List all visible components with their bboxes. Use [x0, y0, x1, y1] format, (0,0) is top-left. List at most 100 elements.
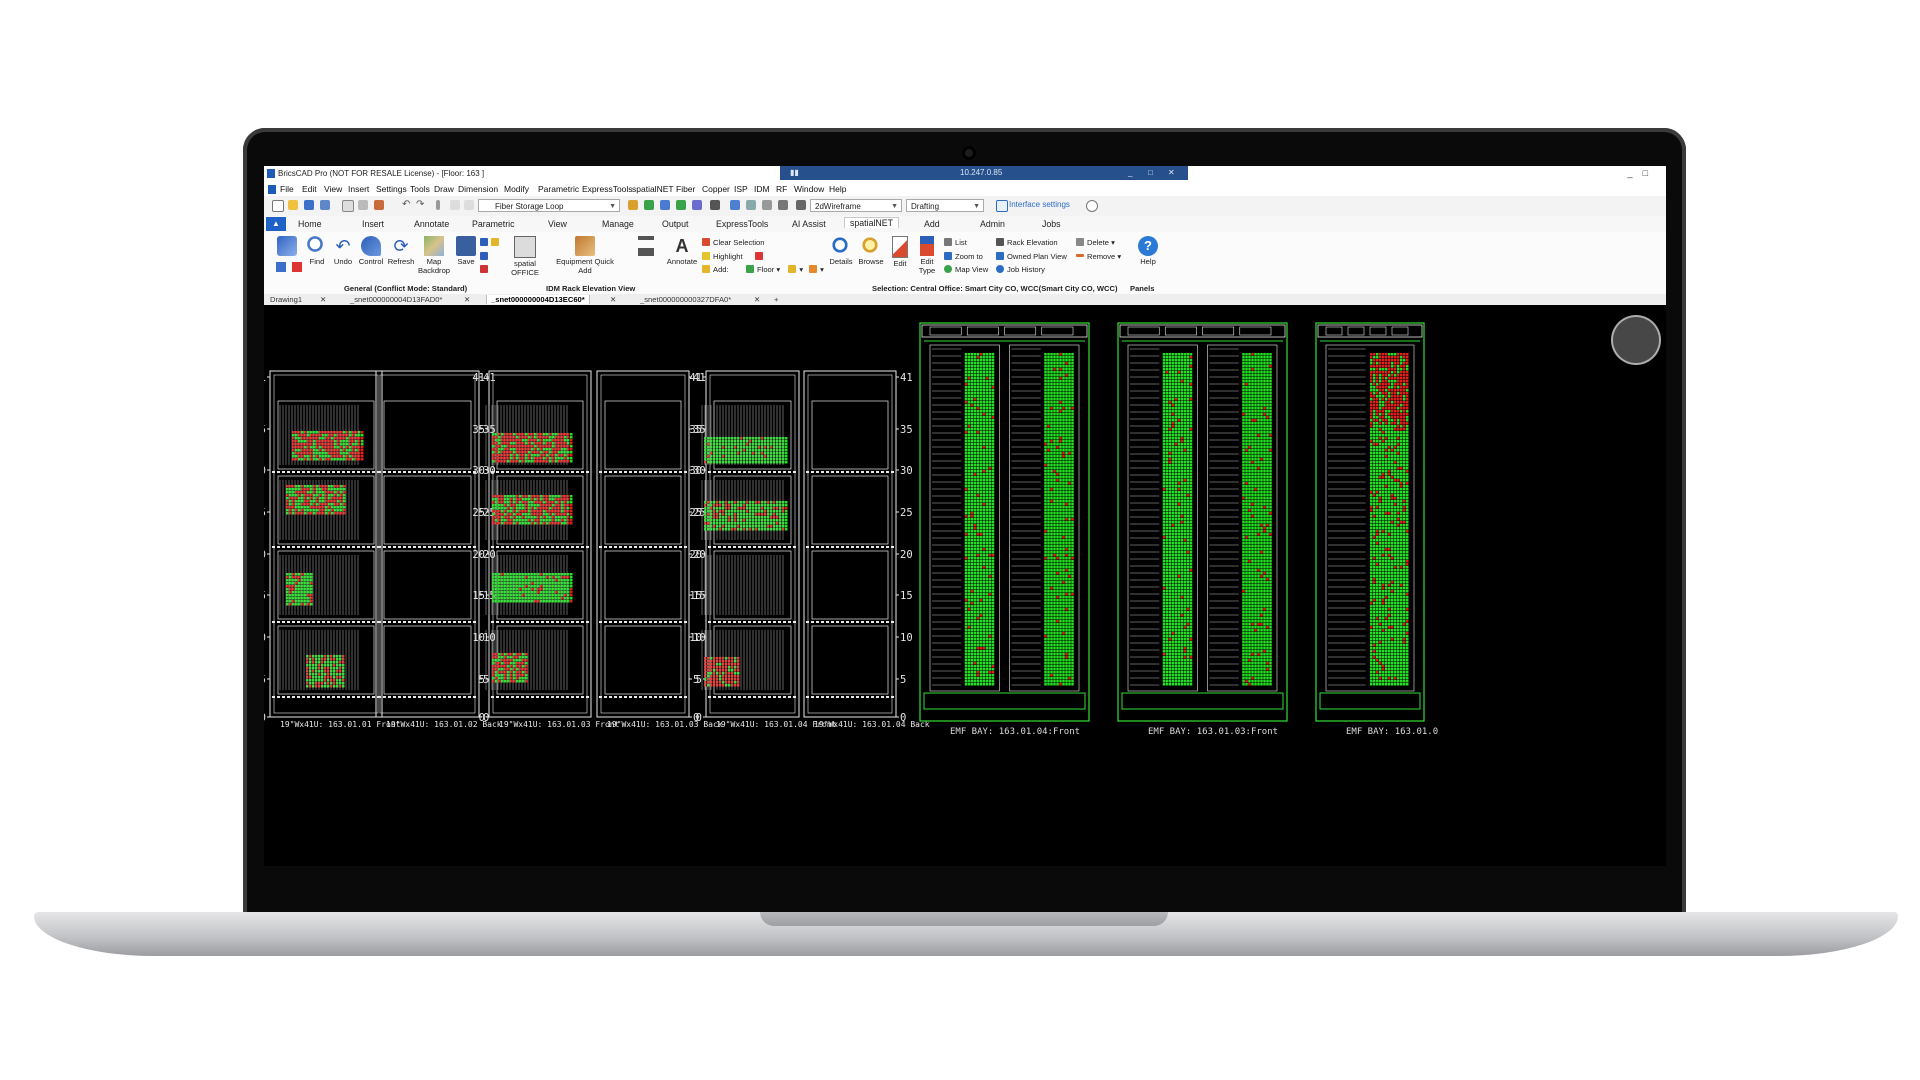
- map-view-button[interactable]: Map View: [944, 265, 988, 274]
- interface-settings-link[interactable]: Interface settings: [1009, 200, 1070, 209]
- tab-annotate[interactable]: Annotate: [414, 219, 449, 229]
- menu-window[interactable]: Window: [794, 184, 824, 194]
- delete-dropdown[interactable]: Delete ▾: [1076, 238, 1115, 247]
- floor-dropdown[interactable]: Floor ▾ ▾ ▾: [746, 265, 824, 274]
- tab-add[interactable]: Add: [924, 219, 940, 229]
- wrench-tool-button[interactable]: [480, 238, 502, 247]
- print-icon[interactable]: [358, 200, 368, 210]
- menu-fiber[interactable]: Fiber: [676, 184, 695, 194]
- maximize-button[interactable]: □: [1643, 168, 1658, 178]
- window-controls[interactable]: _□: [1628, 168, 1658, 178]
- doc-tab-2[interactable]: _snet000000004D13FAD0*: [350, 295, 442, 304]
- print-preview-icon[interactable]: [342, 200, 354, 212]
- tab-manage[interactable]: Manage: [602, 219, 634, 229]
- properties-icon[interactable]: [778, 200, 788, 210]
- help-circle-icon[interactable]: [1086, 200, 1098, 212]
- save-icon[interactable]: [304, 200, 314, 210]
- doc-tab-active[interactable]: _snet000000004D13EC60*: [486, 295, 590, 304]
- plot-icon[interactable]: [374, 200, 384, 210]
- layer-iso-icon[interactable]: [676, 200, 686, 210]
- panels-dropdown[interactable]: Panels: [1130, 284, 1154, 293]
- doc-tab-drawing1[interactable]: Drawing1: [270, 295, 302, 304]
- menu-rf[interactable]: RF: [776, 184, 787, 194]
- tab-expresstools[interactable]: ExpressTools: [716, 219, 768, 229]
- control-button[interactable]: Control: [356, 236, 386, 267]
- menu-parametric[interactable]: Parametric: [538, 184, 579, 194]
- tab-insert[interactable]: Insert: [362, 219, 384, 229]
- tab-view[interactable]: View: [548, 219, 567, 229]
- close-icon[interactable]: ✕: [610, 295, 616, 304]
- menu-draw[interactable]: Draw: [434, 184, 454, 194]
- tab-home[interactable]: Home: [298, 219, 321, 229]
- match-properties-icon[interactable]: [628, 200, 638, 210]
- map-backdrop-button[interactable]: Map Backdrop: [416, 236, 452, 275]
- hierarchy-button[interactable]: [634, 236, 658, 258]
- layer-walk-icon[interactable]: [692, 200, 702, 210]
- menu-copper[interactable]: Copper: [702, 184, 730, 194]
- menu-isp[interactable]: ISP: [734, 184, 748, 194]
- list-button[interactable]: List: [944, 238, 967, 247]
- menu-dimension[interactable]: Dimension: [458, 184, 498, 194]
- spatial-office-button[interactable]: spatial OFFICE: [506, 236, 544, 277]
- redo-arrow-icon[interactable]: ↷: [416, 200, 426, 210]
- equipment-quick-add-button[interactable]: Equipment Quick Add: [556, 236, 614, 275]
- edit-button[interactable]: Edit: [888, 236, 912, 269]
- menu-edit[interactable]: Edit: [302, 184, 317, 194]
- layer-bulb-icon[interactable]: [436, 200, 440, 210]
- job-history-button[interactable]: Job History: [996, 265, 1045, 274]
- save-as-icon[interactable]: [320, 200, 330, 210]
- unlink-tool-button[interactable]: [274, 262, 288, 274]
- window-icon[interactable]: [730, 200, 740, 210]
- close-icon[interactable]: ✕: [464, 295, 470, 304]
- tab-ai-assist[interactable]: AI Assist: [792, 219, 826, 229]
- group-general-label[interactable]: General (Conflict Mode: Standard): [344, 284, 467, 293]
- menu-settings[interactable]: Settings: [376, 184, 407, 194]
- link-tool-button[interactable]: [480, 265, 491, 274]
- add-button[interactable]: Add:: [702, 265, 729, 274]
- gear-icon[interactable]: [762, 200, 772, 210]
- menu-help[interactable]: Help: [829, 184, 846, 194]
- application-menu-button[interactable]: ▲: [266, 217, 286, 231]
- visual-style-combo[interactable]: 2dWireframe ▼: [810, 199, 902, 212]
- rack-elevation-button[interactable]: Rack Elevation: [996, 238, 1058, 247]
- help-button[interactable]: ? Help: [1134, 236, 1162, 267]
- undo-button[interactable]: ↶ Undo: [330, 236, 356, 267]
- annotate-button[interactable]: A Annotate: [664, 236, 700, 267]
- menu-idm[interactable]: IDM: [754, 184, 770, 194]
- refresh-button[interactable]: ⟳ Refresh: [386, 236, 416, 267]
- owned-plan-view-button[interactable]: Owned Plan View: [996, 252, 1067, 261]
- tab-admin[interactable]: Admin: [980, 219, 1005, 229]
- drawing-canvas[interactable]: 413530252015105019"Wx41U: 163.01.01 Fron…: [264, 305, 1666, 866]
- delete-x-button[interactable]: [290, 262, 304, 274]
- edit-type-button[interactable]: Edit Type: [914, 236, 940, 275]
- panel-icon[interactable]: [746, 200, 756, 210]
- details-button[interactable]: Details: [826, 236, 856, 267]
- tab-jobs[interactable]: Jobs: [1042, 219, 1061, 229]
- layer-combo[interactable]: Fiber Storage Loop ▼: [478, 199, 620, 212]
- layer-state-icon[interactable]: [660, 200, 670, 210]
- remote-minimize-button[interactable]: _: [1128, 168, 1132, 177]
- tab-parametric[interactable]: Parametric: [472, 219, 515, 229]
- layer-lock-icon[interactable]: [464, 200, 474, 210]
- find-button[interactable]: Find: [304, 236, 330, 267]
- remove-dropdown[interactable]: Remove ▾: [1076, 252, 1121, 261]
- pointer-tool-button[interactable]: [274, 236, 300, 258]
- zoom-to-button[interactable]: Zoom to: [944, 252, 983, 261]
- save-button[interactable]: Save: [452, 236, 480, 267]
- clear-selection-button[interactable]: Clear Selection: [702, 238, 765, 247]
- new-file-icon[interactable]: [272, 200, 284, 212]
- open-folder-icon[interactable]: [288, 200, 298, 210]
- menu-expresstools[interactable]: ExpressTools: [582, 184, 633, 194]
- layer-tool-icon[interactable]: [644, 200, 654, 210]
- network-tool-button[interactable]: [480, 252, 491, 261]
- undo-arrow-icon[interactable]: ↶: [402, 200, 412, 210]
- layer-sun-icon[interactable]: [450, 200, 460, 210]
- menu-tools[interactable]: Tools: [410, 184, 430, 194]
- close-icon[interactable]: ✕: [320, 295, 326, 304]
- remote-restore-button[interactable]: □: [1148, 168, 1153, 177]
- layer-list-icon[interactable]: [710, 200, 720, 210]
- workspace-combo[interactable]: Drafting ▼: [906, 199, 984, 212]
- menu-spatialnet[interactable]: spatialNET: [632, 184, 674, 194]
- menu-file[interactable]: File: [280, 184, 294, 194]
- menu-view[interactable]: View: [324, 184, 342, 194]
